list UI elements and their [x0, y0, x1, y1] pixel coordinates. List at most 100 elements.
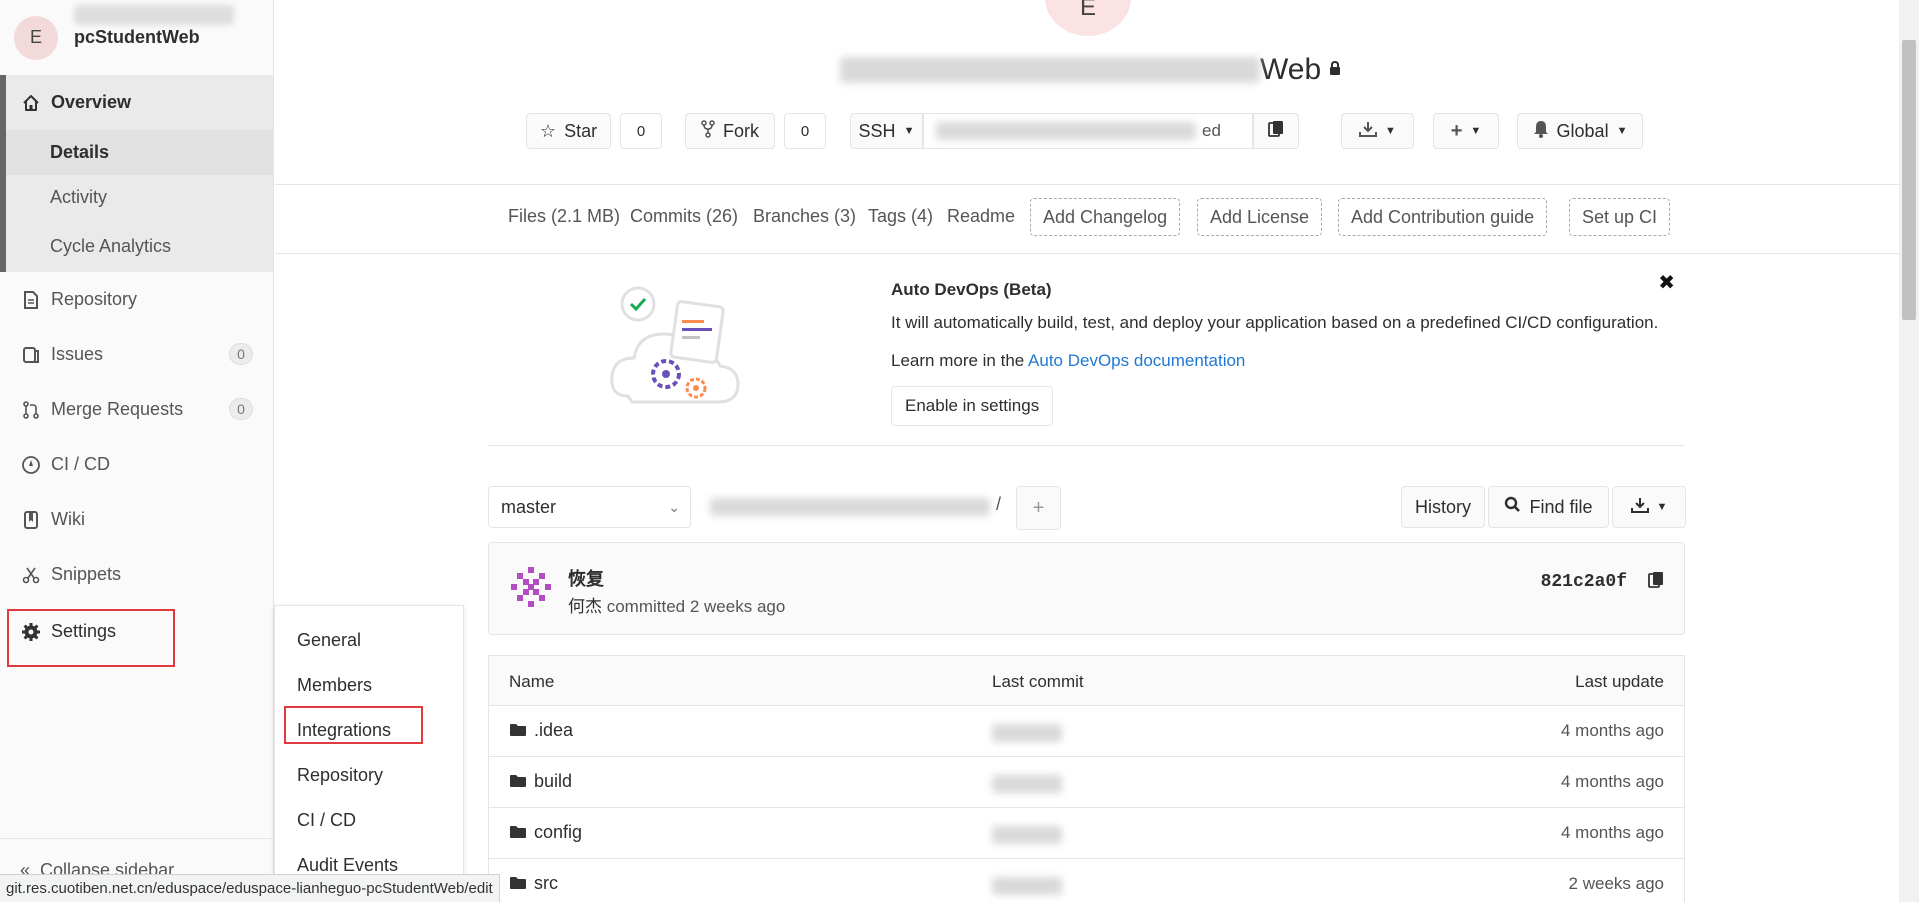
sidebar-item-label: Snippets	[51, 564, 122, 584]
copy-sha-icon[interactable]	[1648, 571, 1664, 594]
file-name[interactable]: build	[534, 771, 572, 792]
sidebar-sub-details[interactable]: Details	[6, 130, 273, 175]
devops-illustration	[608, 276, 740, 411]
breadcrumb-separator: /	[996, 494, 1002, 514]
main-content: E Web ☆ Star 0 Fork 0 SSH ▼ ed ▼ + ▼ Glo…	[275, 0, 1899, 902]
star-button[interactable]: ☆ Star	[526, 113, 611, 149]
devops-learn-more: Learn more in the Auto DevOps documentat…	[891, 351, 1245, 371]
sidebar-item-label: Settings	[51, 621, 117, 641]
issues-icon	[20, 344, 42, 366]
sidebar-item-settings[interactable]: Settings	[0, 604, 273, 659]
branch-select[interactable]: master ⌄	[488, 486, 691, 528]
sidebar-item-wiki[interactable]: Wiki	[0, 492, 273, 547]
files-link[interactable]: Files (2.1 MB)	[508, 206, 620, 227]
sidebar-item-label: Merge Requests	[51, 399, 184, 419]
last-update: 4 months ago	[1560, 823, 1664, 842]
merge-icon	[20, 399, 42, 421]
find-file-button[interactable]: Find file	[1488, 486, 1609, 528]
commit-sha[interactable]: 821c2a0f	[1541, 572, 1627, 592]
notification-dropdown[interactable]: Global ▼	[1517, 113, 1643, 149]
commit-title[interactable]: 恢复	[568, 565, 604, 591]
add-license-button[interactable]: Add License	[1197, 198, 1323, 236]
redacted-text	[74, 5, 234, 25]
download-source-dropdown[interactable]: ▼	[1612, 486, 1686, 528]
table-row[interactable]: build 4 months ago	[488, 757, 1685, 808]
table-row[interactable]: .idea 4 months ago	[488, 706, 1685, 757]
merge-requests-count-badge: 0	[229, 398, 253, 420]
vertical-scrollbar[interactable]	[1899, 0, 1919, 902]
sidebar-sub-cycle-analytics[interactable]: Cycle Analytics	[6, 220, 273, 272]
star-count[interactable]: 0	[620, 113, 662, 149]
new-item-dropdown[interactable]: + ▼	[1433, 113, 1499, 149]
fork-icon	[701, 119, 715, 143]
commits-link[interactable]: Commits (26)	[630, 206, 738, 227]
scrollbar-thumb[interactable]	[1902, 40, 1916, 320]
sidebar-item-label: Issues	[51, 344, 104, 364]
star-label: Star	[564, 120, 598, 141]
branches-link[interactable]: Branches (3)	[753, 206, 856, 227]
readme-link[interactable]: Readme	[947, 206, 1015, 227]
add-to-tree-button[interactable]: +	[1016, 486, 1061, 530]
redacted-text	[840, 57, 1260, 83]
redacted-commit-message	[992, 775, 1062, 793]
project-name-wrap: pcStudentWeb	[74, 5, 234, 48]
project-avatar[interactable]: E	[14, 15, 58, 60]
sidebar-item-ci-cd[interactable]: CI / CD	[0, 437, 273, 492]
fork-button[interactable]: Fork	[685, 113, 775, 149]
sidebar-item-repository[interactable]: Repository	[0, 272, 273, 327]
caret-down-icon: ▼	[1385, 125, 1396, 137]
table-row[interactable]: src 2 weeks ago	[488, 859, 1685, 902]
clone-protocol-dropdown[interactable]: SSH ▼	[850, 113, 923, 149]
project-title-suffix: Web	[1260, 53, 1322, 86]
close-icon[interactable]: ✖	[1658, 270, 1675, 295]
add-changelog-button[interactable]: Add Changelog	[1030, 198, 1181, 236]
last-update: 2 weeks ago	[1568, 874, 1664, 893]
book-icon	[20, 509, 42, 531]
sidebar: E pcStudentWeb Overview Details Activity…	[0, 0, 274, 902]
plus-icon: +	[1450, 119, 1463, 142]
sidebar-sub-activity[interactable]: Activity	[6, 175, 273, 220]
user-avatar[interactable]	[509, 565, 553, 609]
folder-icon	[509, 824, 527, 844]
folder-icon	[509, 773, 527, 793]
table-row[interactable]: config 4 months ago	[488, 808, 1685, 859]
issues-count-badge: 0	[229, 343, 253, 365]
devops-docs-link[interactable]: Auto DevOps documentation	[1028, 351, 1245, 370]
doc-icon	[20, 289, 42, 311]
copy-url-button[interactable]	[1253, 113, 1299, 149]
last-commit-box: 恢复 何杰 committed 2 weeks ago 821c2a0f	[488, 542, 1685, 635]
fork-count[interactable]: 0	[784, 113, 826, 149]
overview-group: Overview Details Activity Cycle Analytic…	[0, 75, 273, 272]
col-last-update: Last update	[1575, 672, 1664, 691]
file-name[interactable]: .idea	[534, 720, 573, 741]
commit-author[interactable]: 何杰	[568, 597, 602, 616]
redacted-commit-message	[992, 724, 1062, 742]
redacted-text	[936, 122, 1196, 140]
history-button[interactable]: History	[1401, 486, 1485, 528]
download-dropdown[interactable]: ▼	[1341, 113, 1414, 149]
caret-down-icon: ▼	[1616, 125, 1628, 137]
commit-time: committed 2 weeks ago	[602, 597, 786, 616]
sidebar-item-issues[interactable]: Issues 0	[0, 327, 273, 382]
project-controls: ☆ Star 0 Fork 0 SSH ▼ ed ▼ + ▼ Global ▼	[275, 113, 1899, 149]
project-header[interactable]: E pcStudentWeb	[0, 0, 273, 75]
sidebar-item-merge-requests[interactable]: Merge Requests 0	[0, 382, 273, 437]
sidebar-item-snippets[interactable]: Snippets	[0, 547, 273, 602]
redacted-breadcrumb	[710, 498, 990, 516]
clone-url-input[interactable]: ed	[923, 113, 1253, 149]
last-update: 4 months ago	[1560, 721, 1664, 740]
tags-link[interactable]: Tags (4)	[868, 206, 933, 227]
project-name[interactable]: pcStudentWeb	[74, 27, 200, 48]
rocket-icon	[20, 454, 42, 476]
notification-label: Global	[1556, 120, 1609, 141]
set-up-ci-button[interactable]: Set up CI	[1569, 198, 1671, 236]
file-name[interactable]: config	[534, 822, 582, 843]
find-file-label: Find file	[1529, 496, 1593, 517]
folder-icon	[509, 722, 527, 742]
file-name[interactable]: src	[534, 873, 558, 894]
enable-in-settings-button[interactable]: Enable in settings	[891, 386, 1054, 426]
add-contribution-guide-button[interactable]: Add Contribution guide	[1338, 198, 1548, 236]
sidebar-item-overview[interactable]: Overview	[6, 75, 273, 130]
commit-meta: 何杰 committed 2 weeks ago	[568, 592, 785, 617]
last-update: 4 months ago	[1560, 772, 1664, 791]
